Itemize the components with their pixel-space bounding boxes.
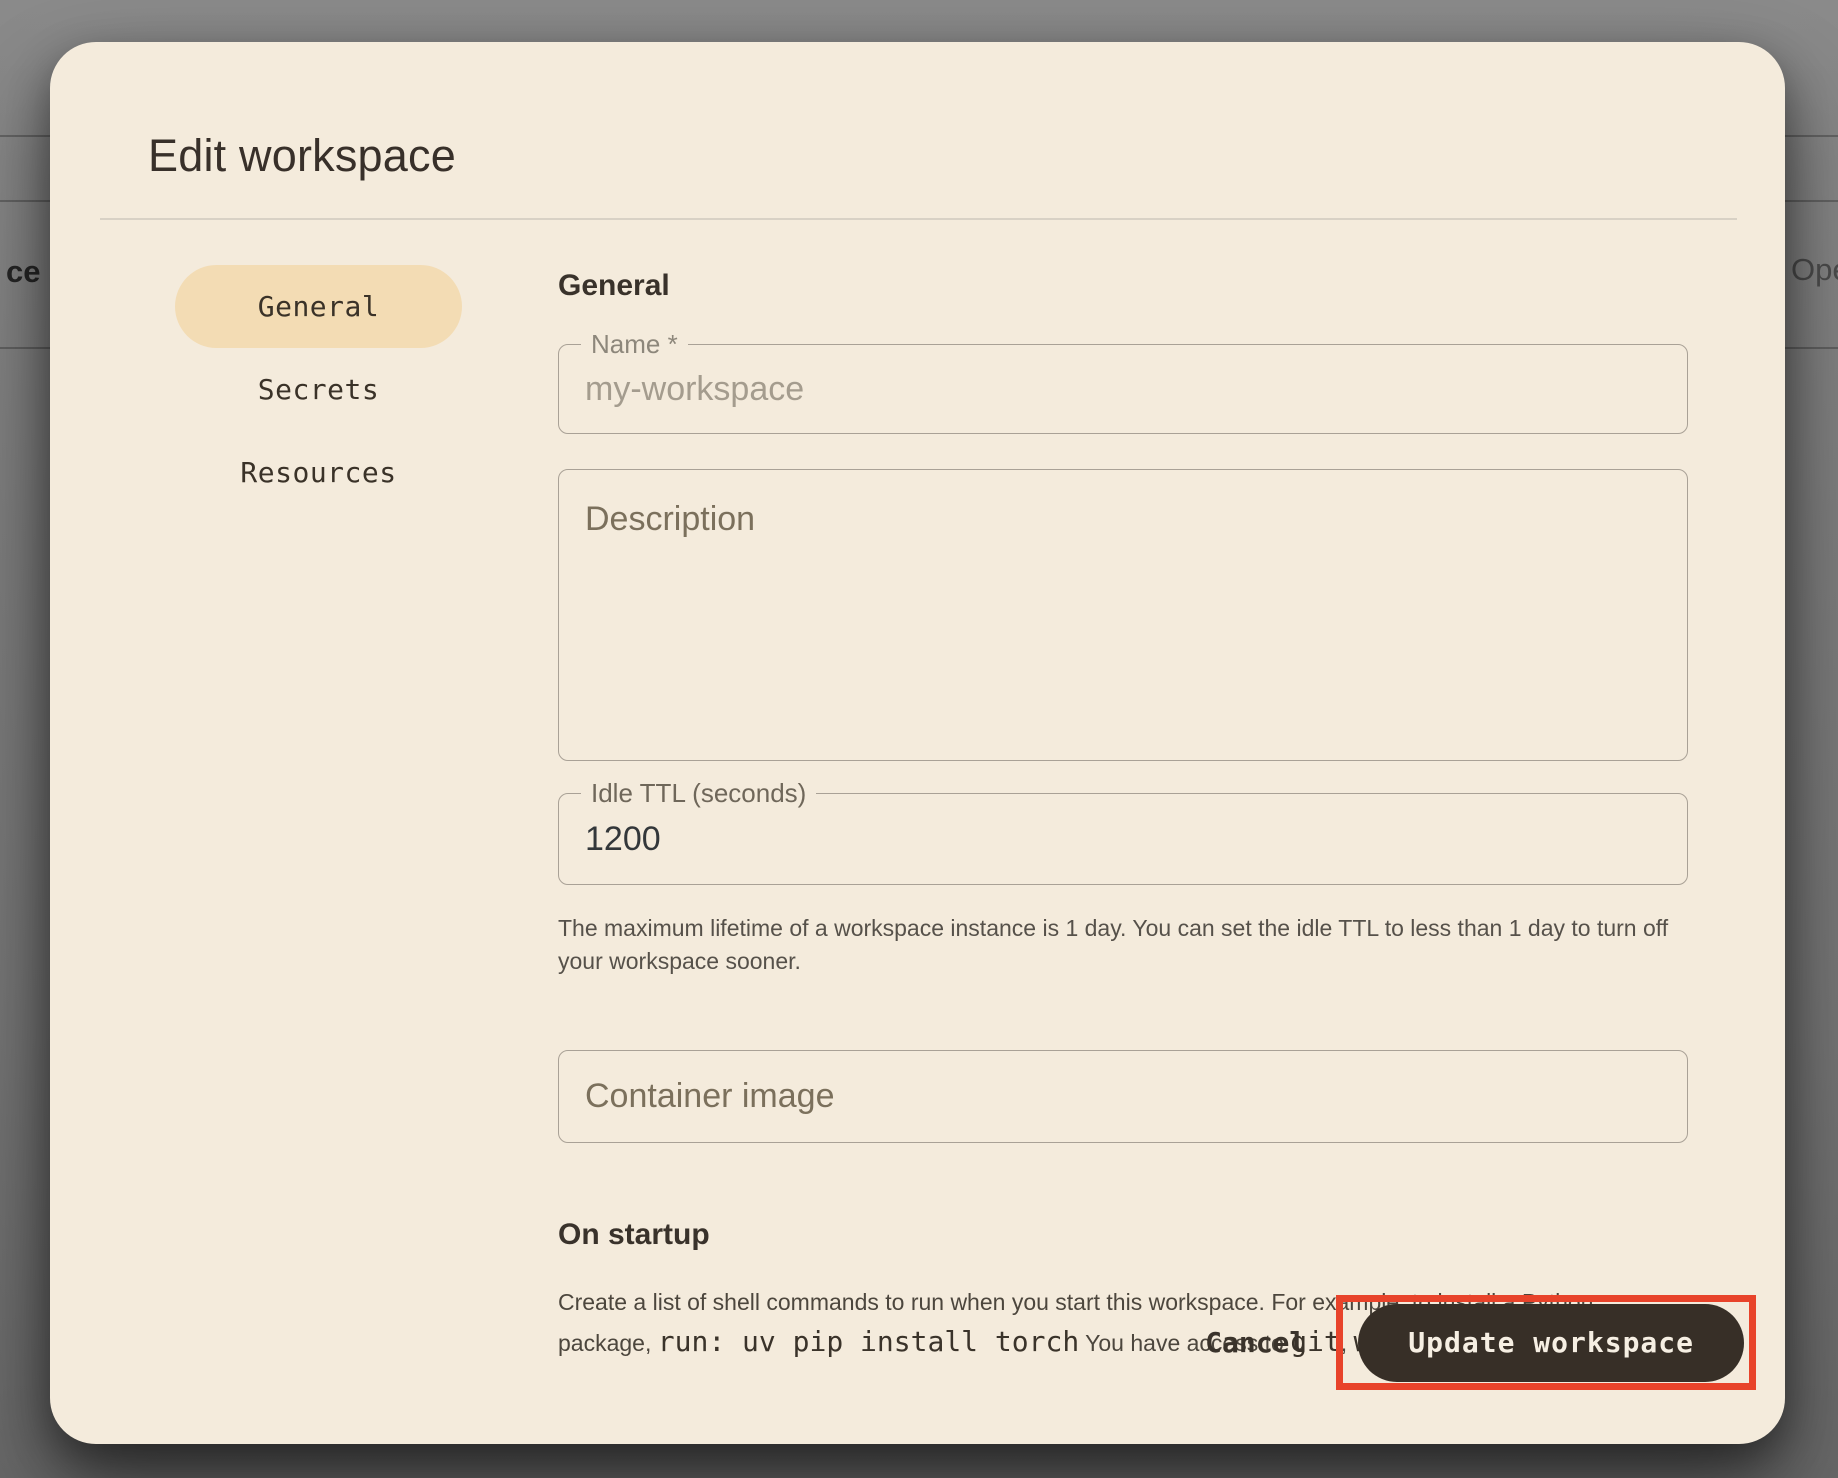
dialog-tab-rail: General Secrets Resources (175, 265, 462, 514)
description-textarea[interactable]: Description (558, 469, 1688, 761)
name-value: my-workspace (585, 369, 805, 408)
background-text-fragment-left: ce (6, 254, 41, 289)
tab-general[interactable]: General (175, 265, 462, 348)
section-heading-general: General (558, 269, 670, 302)
idle-ttl-label: Idle TTL (seconds) (581, 778, 817, 808)
update-workspace-button[interactable]: Update workspace (1358, 1304, 1744, 1382)
dialog-footer: Cancel Update workspace (1199, 1295, 1756, 1390)
dialog-title: Edit workspace (148, 130, 456, 181)
description-placeholder: Description (585, 500, 756, 538)
edit-workspace-dialog: Edit workspace General Secrets Resources… (50, 42, 1785, 1444)
dialog-form: General Name * my-workspace Description … (558, 218, 1688, 1363)
annotation-highlight: Update workspace (1336, 1295, 1756, 1390)
name-input[interactable]: Name * my-workspace (558, 329, 1688, 434)
container-image-input[interactable]: Container image (558, 1050, 1688, 1143)
cancel-button[interactable]: Cancel (1199, 1326, 1312, 1359)
name-label: Name * (581, 329, 688, 359)
tab-secrets[interactable]: Secrets (175, 348, 462, 431)
idle-ttl-value: 1200 (585, 819, 661, 858)
tab-resources[interactable]: Resources (175, 431, 462, 514)
background-text-fragment-right: Ope (1791, 252, 1838, 287)
on-startup-heading: On startup (558, 1218, 710, 1251)
idle-ttl-help-text: The maximum lifetime of a workspace inst… (558, 915, 1669, 974)
container-image-placeholder: Container image (585, 1077, 835, 1115)
idle-ttl-input[interactable]: Idle TTL (seconds) 1200 (558, 778, 1688, 885)
